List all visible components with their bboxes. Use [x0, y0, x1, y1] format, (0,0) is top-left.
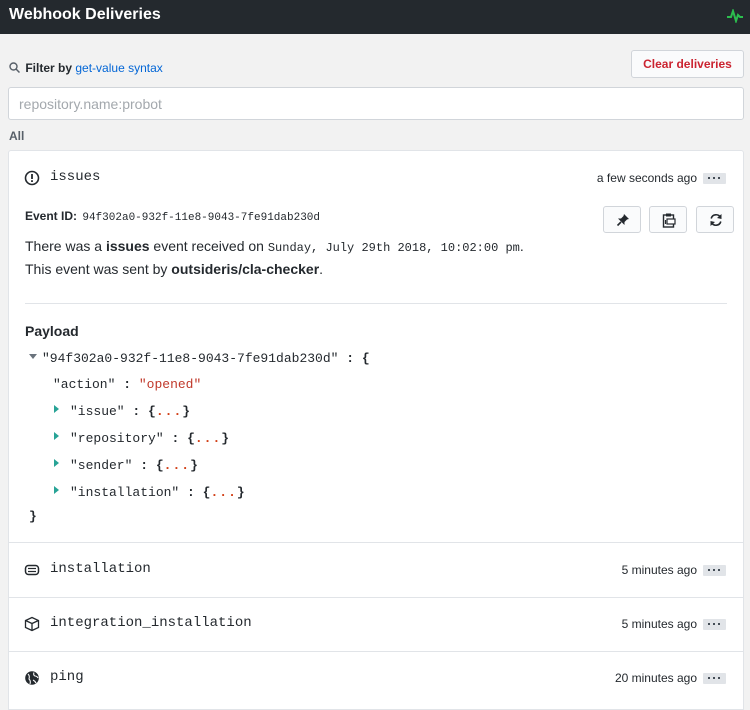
json-close-line: } [29, 509, 37, 524]
filter-label-row: Filter by get-value syntax [9, 61, 163, 75]
delivery-list: issues a few seconds ago Event ID: 94f30… [8, 150, 744, 710]
pulse-icon [727, 9, 743, 23]
json-colon: : [123, 377, 132, 392]
json-colon: : [346, 351, 355, 366]
event-name: integration_installation [50, 615, 252, 631]
json-collapsed-line[interactable]: "repository" : {...} [70, 431, 229, 446]
json-collapsed-line[interactable]: "sender" : {...} [70, 458, 198, 473]
event-id-label: Event ID: [25, 209, 78, 223]
json-key: "issue" [70, 404, 125, 419]
expand-caret-icon[interactable] [54, 459, 59, 467]
event-id-line: Event ID: 94f302a0-932f-11e8-9043-7fe91d… [25, 209, 320, 224]
clipboard-icon [662, 213, 676, 228]
event-name: installation [50, 561, 151, 577]
page-title: Webhook Deliveries [9, 6, 161, 23]
json-ellipsis: ... [210, 485, 237, 500]
summary-date: Sunday, July 29th 2018, 10:02:00 pm [267, 241, 520, 255]
json-colon: : [132, 404, 141, 419]
event-name: ping [50, 669, 84, 685]
summary-prefix: There was a [25, 238, 103, 254]
clear-deliveries-button[interactable]: Clear deliveries [631, 50, 744, 78]
copy-button[interactable] [649, 206, 687, 233]
expand-caret-icon[interactable] [54, 405, 59, 413]
json-ellipsis: ... [155, 404, 183, 419]
globe-icon [25, 671, 39, 685]
event-summary-line: There was a issues event received on Sun… [25, 238, 524, 255]
event-id: 94f302a0-932f-11e8-9043-7fe91dab230d [82, 212, 320, 224]
json-open-brace: { [361, 351, 370, 366]
more-button[interactable] [703, 673, 726, 684]
issue-icon [24, 170, 40, 186]
delivery-time: 20 minutes ago [614, 671, 697, 685]
installation-icon [24, 564, 40, 576]
syntax-link[interactable]: get-value syntax [75, 61, 162, 75]
json-value: "opened" [138, 377, 202, 392]
filter-input[interactable] [8, 87, 744, 120]
more-button[interactable] [703, 619, 726, 630]
json-colon: : [140, 458, 149, 473]
json-root-key: "94f302a0-932f-11e8-9043-7fe91dab230d" [42, 351, 339, 366]
summary-event: issues [105, 238, 150, 254]
json-key: "repository" [70, 431, 164, 446]
json-key: "sender" [70, 458, 133, 473]
filter-label: Filter by [25, 61, 73, 75]
json-colon: : [187, 485, 195, 500]
detail-divider [25, 303, 727, 304]
json-key: "installation" [70, 485, 180, 500]
delivery-time: 5 minutes ago [621, 617, 697, 631]
json-ellipsis: ... [194, 431, 222, 446]
redeliver-button[interactable] [696, 206, 734, 233]
expand-caret-icon[interactable] [54, 486, 59, 494]
payload-title: Payload [25, 323, 79, 339]
expand-caret-icon[interactable] [54, 432, 59, 440]
json-ellipsis: ... [163, 458, 191, 473]
redeliver-icon [710, 213, 722, 227]
summary-mid: event received on [153, 238, 264, 254]
more-button[interactable] [703, 565, 726, 576]
json-collapsed-line[interactable]: "installation" : {...} [70, 485, 245, 500]
event-name: issues [50, 169, 101, 185]
summary-period: . [519, 238, 524, 254]
pin-icon [616, 214, 629, 227]
json-key: "action" [53, 377, 116, 392]
json-close-brace: } [29, 509, 37, 524]
app-header: Webhook Deliveries [0, 0, 750, 34]
delivery-row-integration-installation[interactable]: integration_installation 5 minutes ago [9, 597, 743, 651]
delivery-row-ping[interactable]: ping 20 minutes ago [9, 651, 743, 705]
delivery-time: a few seconds ago [596, 171, 697, 185]
json-action-line: "action" : "opened" [53, 377, 201, 392]
json-colon: : [171, 431, 180, 446]
more-button[interactable] [703, 173, 726, 184]
delivery-row-installation[interactable]: installation 5 minutes ago [9, 543, 743, 597]
sender-prefix: This event was sent by [25, 261, 168, 277]
sender-period: . [319, 261, 324, 277]
delivery-row-issues[interactable]: issues a few seconds ago [9, 151, 743, 205]
package-icon [24, 616, 40, 632]
json-collapsed-line[interactable]: "issue" : {...} [70, 404, 190, 419]
delivery-time: 5 minutes ago [621, 563, 697, 577]
pin-button[interactable] [603, 206, 641, 233]
json-root-line: "94f302a0-932f-11e8-9043-7fe91dab230d" :… [42, 351, 370, 366]
search-icon [9, 62, 20, 73]
collapse-caret-icon[interactable] [29, 354, 37, 359]
sender-name: outsideris/cla-checker [171, 261, 320, 277]
event-sender-line: This event was sent by outsideris/cla-ch… [25, 261, 323, 277]
all-label: All [9, 129, 25, 143]
